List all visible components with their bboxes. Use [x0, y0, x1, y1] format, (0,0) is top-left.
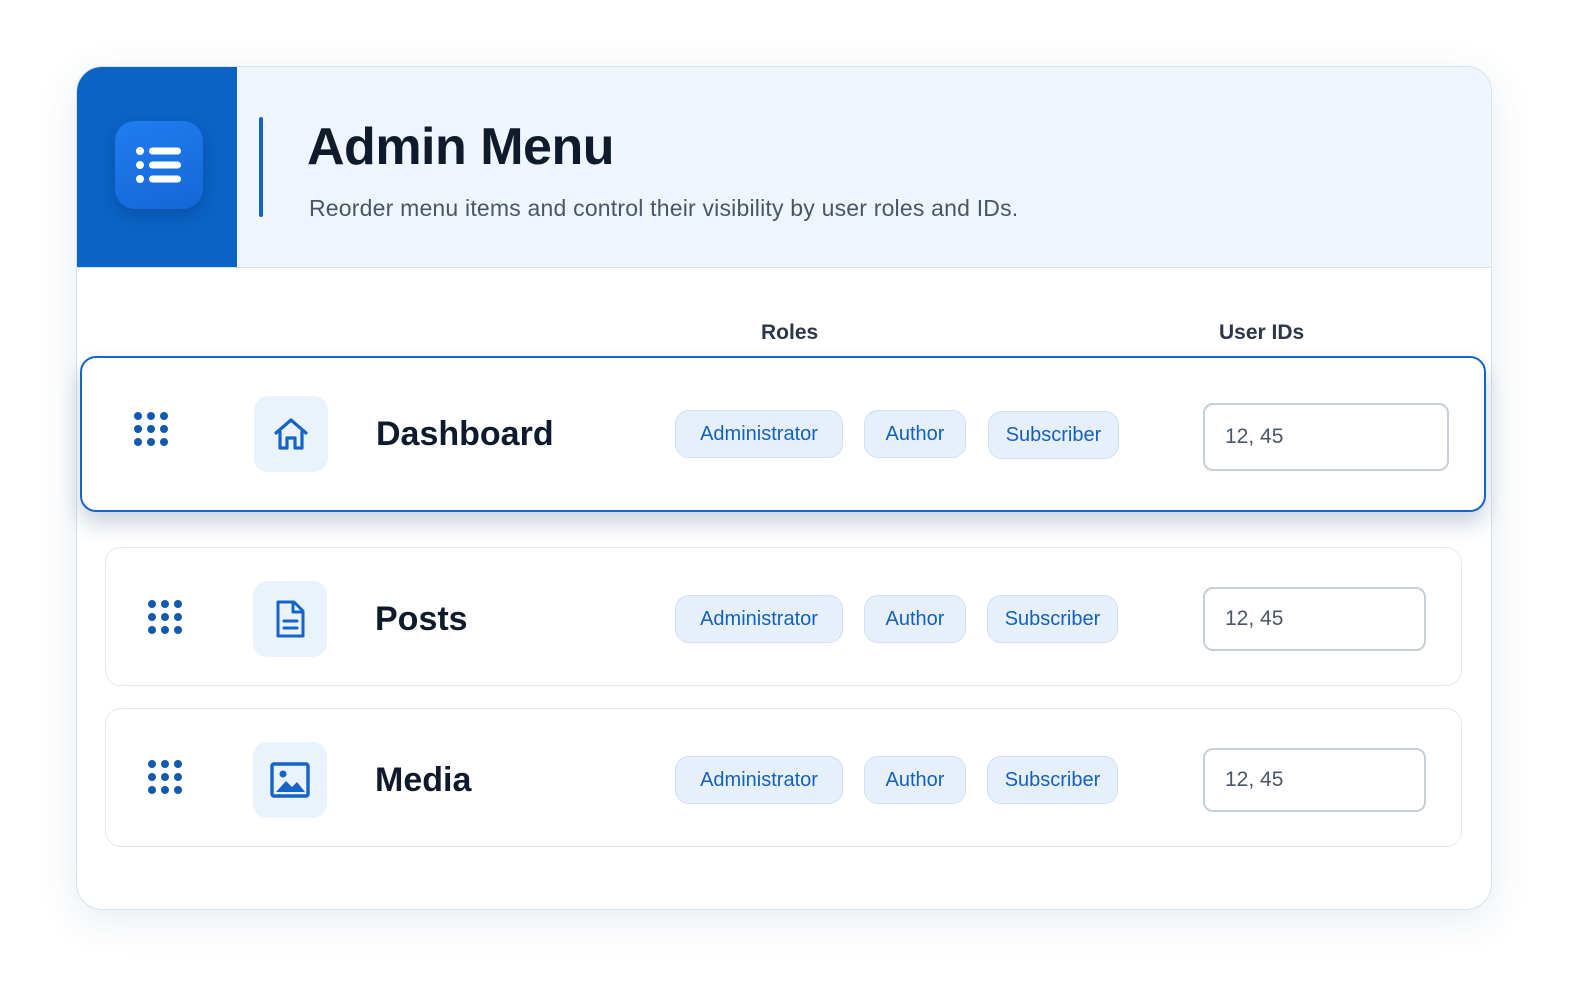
- menu-row-media[interactable]: Media Administrator Author Subscriber: [105, 708, 1462, 847]
- role-chip-administrator[interactable]: Administrator: [675, 595, 843, 643]
- drag-handle-icon[interactable]: [148, 760, 182, 794]
- role-chip-subscriber[interactable]: Subscriber: [988, 411, 1119, 459]
- role-chip-subscriber[interactable]: Subscriber: [987, 595, 1118, 643]
- page-title: Admin Menu: [307, 118, 614, 176]
- role-chip-author[interactable]: Author: [864, 756, 966, 804]
- user-ids-input[interactable]: [1203, 587, 1426, 651]
- column-header-user-ids: User IDs: [1219, 321, 1305, 344]
- home-icon: [254, 396, 328, 472]
- header-accent-block: [77, 67, 237, 267]
- user-ids-input[interactable]: [1203, 748, 1426, 812]
- role-chip-administrator[interactable]: Administrator: [675, 410, 843, 458]
- user-ids-input[interactable]: [1203, 403, 1449, 471]
- column-header-roles: Roles: [761, 321, 819, 344]
- menu-item-label: Media: [375, 761, 472, 799]
- menu-item-label: Posts: [375, 600, 468, 638]
- document-icon: [253, 581, 327, 657]
- role-chip-administrator[interactable]: Administrator: [675, 756, 843, 804]
- drag-handle-icon[interactable]: [148, 600, 182, 634]
- drag-handle-icon[interactable]: [134, 412, 168, 446]
- page-subtitle: Reorder menu items and control their vis…: [309, 195, 1019, 221]
- role-chip-subscriber[interactable]: Subscriber: [987, 756, 1118, 804]
- menu-row-posts[interactable]: Posts Administrator Author Subscriber: [105, 547, 1462, 686]
- role-chip-author[interactable]: Author: [864, 410, 966, 458]
- header-divider: [259, 117, 263, 217]
- header: Admin Menu Reorder menu items and contro…: [77, 67, 1491, 268]
- list-icon: [115, 121, 203, 209]
- menu-item-label: Dashboard: [376, 415, 554, 453]
- role-chip-author[interactable]: Author: [864, 595, 966, 643]
- image-icon: [253, 742, 327, 818]
- menu-row-dashboard[interactable]: Dashboard Administrator Author Subscribe…: [80, 356, 1486, 512]
